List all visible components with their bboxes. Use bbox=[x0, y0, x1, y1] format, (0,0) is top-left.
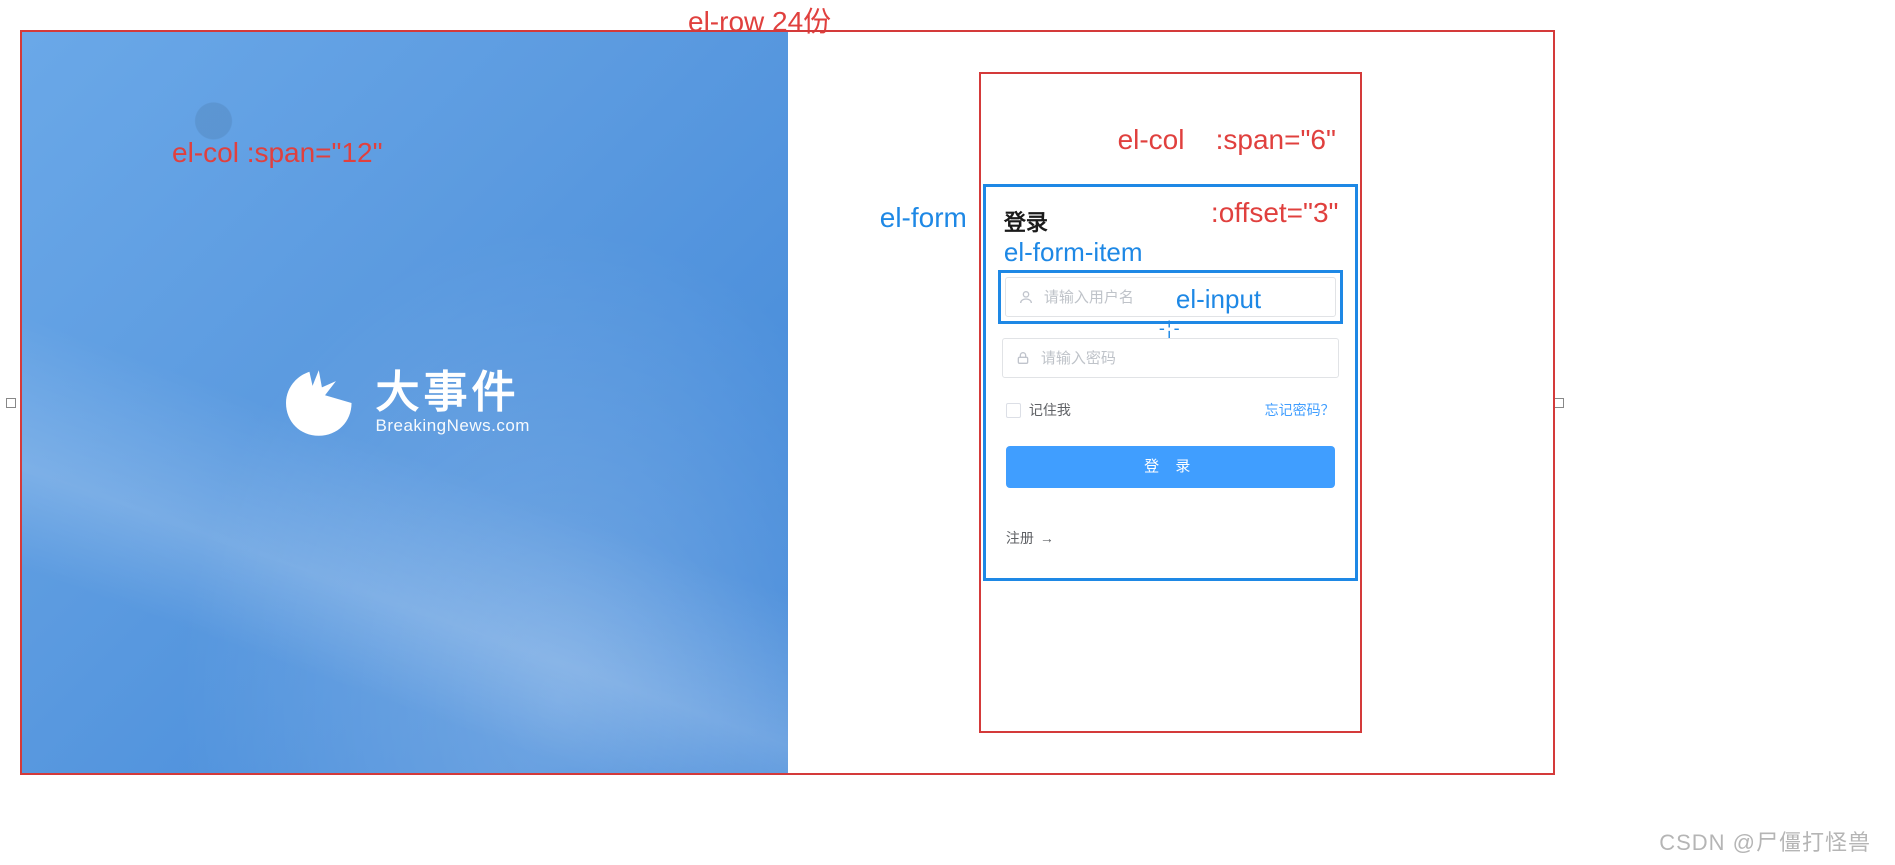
annotation-col-right-span: el-col :span="6" bbox=[1118, 124, 1336, 155]
el-col-right: el-col :span="6" :offset="3" 登录 el-form-… bbox=[979, 72, 1362, 733]
lock-icon bbox=[1015, 350, 1031, 366]
register-link[interactable]: 注册 → bbox=[1006, 528, 1335, 548]
watermark: CSDN @尸僵打怪兽 bbox=[1659, 825, 1871, 857]
annotation-el-form: el-form bbox=[880, 202, 967, 234]
brand-subtitle: BreakingNews.com bbox=[376, 417, 530, 436]
forgot-password-link[interactable]: 忘记密码？ bbox=[1265, 400, 1335, 420]
password-input[interactable] bbox=[1041, 350, 1326, 367]
username-input-wrap[interactable]: el-input bbox=[1005, 277, 1336, 317]
el-col-offset: el-form bbox=[788, 32, 979, 773]
username-input[interactable] bbox=[1044, 289, 1323, 306]
brand-title: 大事件 bbox=[376, 369, 530, 417]
checkbox-box-icon[interactable] bbox=[1006, 403, 1021, 418]
register-label: 注册 bbox=[1006, 528, 1034, 548]
el-col-left: el-col :span="12" 大事件 BreakingNews.com bbox=[22, 32, 788, 773]
remember-row: 记住我 忘记密码？ bbox=[1006, 400, 1335, 420]
login-button[interactable]: 登 录 bbox=[1006, 446, 1335, 488]
crosshair-icon: -¦- bbox=[1159, 318, 1182, 339]
resize-handle-left[interactable] bbox=[6, 398, 16, 408]
annotation-el-form-item: el-form-item bbox=[992, 237, 1349, 268]
el-form-item-username: el-input -¦- bbox=[998, 270, 1343, 324]
user-icon bbox=[1018, 289, 1034, 305]
arrow-right-icon: → bbox=[1040, 530, 1054, 546]
remember-me-label: 记住我 bbox=[1029, 400, 1071, 420]
el-row-container: el-col :span="12" 大事件 BreakingNews.com e… bbox=[20, 30, 1555, 775]
brand-logo-icon bbox=[280, 364, 358, 442]
brand-block: 大事件 BreakingNews.com bbox=[280, 364, 530, 442]
el-form: 登录 el-form-item el-input -¦- bbox=[983, 184, 1358, 581]
annotation-el-col-left: el-col :span="12" bbox=[172, 137, 383, 169]
resize-handle-right[interactable] bbox=[1554, 398, 1564, 408]
remember-me-checkbox[interactable]: 记住我 bbox=[1006, 400, 1071, 420]
form-title: 登录 bbox=[992, 201, 1349, 239]
password-input-wrap[interactable] bbox=[1002, 338, 1339, 378]
